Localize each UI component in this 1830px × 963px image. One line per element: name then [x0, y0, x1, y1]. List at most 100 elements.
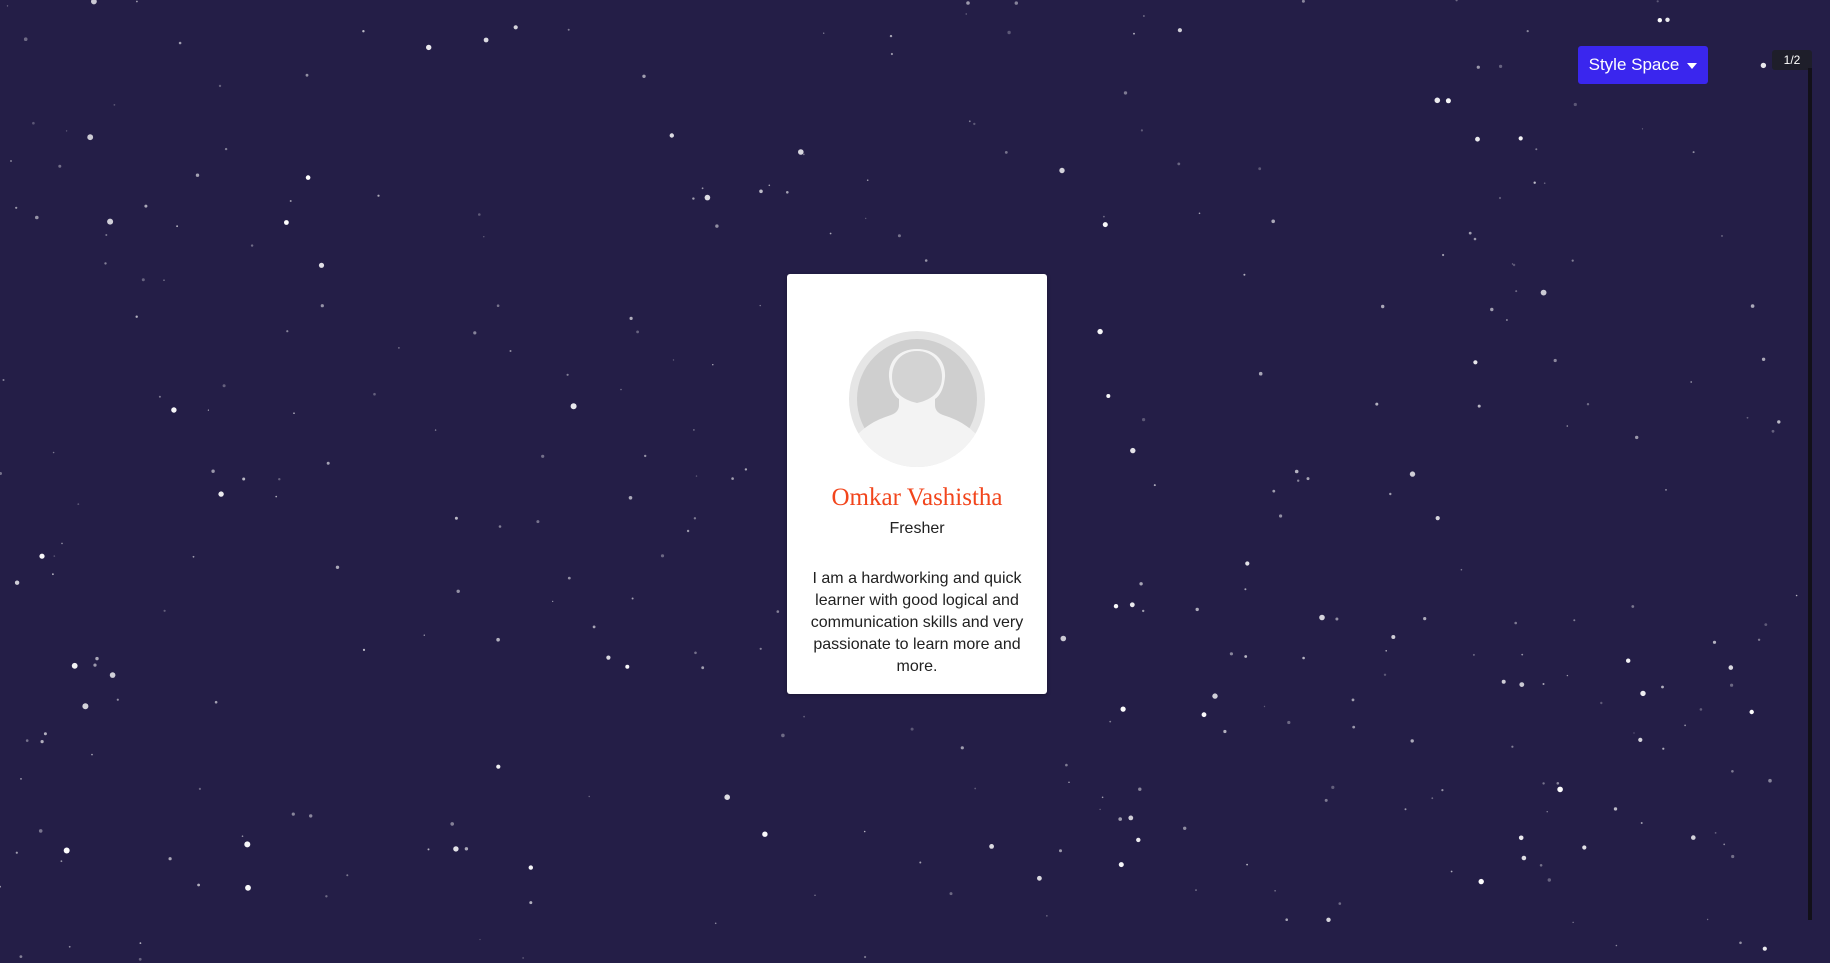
- star: [965, 13, 967, 15]
- star: [1757, 638, 1761, 641]
- star: [1409, 471, 1416, 477]
- star: [305, 73, 309, 77]
- style-space-dropdown-button[interactable]: Style Space: [1578, 46, 1708, 84]
- star: [1749, 709, 1754, 715]
- star: [138, 957, 142, 961]
- star: [1468, 231, 1472, 235]
- star: [434, 429, 437, 431]
- star: [1499, 64, 1503, 68]
- star: [496, 304, 500, 308]
- star: [1521, 653, 1524, 656]
- star: [803, 715, 805, 718]
- star: [1297, 479, 1300, 482]
- star: [1351, 698, 1355, 702]
- star: [116, 698, 119, 701]
- star: [924, 259, 928, 262]
- star: [218, 491, 224, 497]
- star: [335, 565, 340, 569]
- star: [278, 478, 281, 481]
- star: [1478, 878, 1484, 885]
- star: [1212, 693, 1218, 699]
- star: [163, 609, 166, 612]
- star: [52, 451, 55, 454]
- star: [1657, 18, 1663, 23]
- star: [23, 37, 28, 41]
- star: [1258, 167, 1262, 171]
- star: [1460, 568, 1463, 571]
- star: [1383, 673, 1387, 676]
- star: [320, 304, 324, 308]
- star: [1294, 469, 1299, 474]
- star: [989, 844, 994, 849]
- star: [1473, 360, 1478, 365]
- star: [275, 495, 278, 498]
- star: [1338, 902, 1342, 905]
- star: [286, 330, 289, 333]
- star: [0, 472, 2, 475]
- star: [1573, 102, 1577, 107]
- star: [1518, 136, 1523, 141]
- star: [1665, 489, 1667, 491]
- star: [1515, 290, 1518, 293]
- star: [53, 555, 56, 557]
- star: [786, 191, 789, 194]
- star: [158, 395, 161, 398]
- star: [104, 262, 107, 265]
- star: [105, 234, 108, 236]
- star: [781, 733, 785, 738]
- star: [704, 194, 711, 201]
- star: [1521, 855, 1527, 861]
- star: [1661, 685, 1664, 689]
- star: [802, 153, 805, 156]
- star: [1435, 516, 1440, 521]
- star: [15, 851, 18, 854]
- star: [1375, 402, 1379, 406]
- star: [1423, 617, 1427, 621]
- star: [636, 330, 639, 334]
- star: [241, 835, 244, 837]
- star: [644, 454, 647, 458]
- scrollbar[interactable]: [1808, 68, 1812, 920]
- star: [346, 874, 349, 877]
- star: [823, 32, 825, 34]
- star: [1455, 0, 1458, 2]
- star: [1335, 617, 1339, 621]
- star: [1684, 724, 1686, 727]
- star: [669, 133, 674, 138]
- star: [15, 206, 18, 209]
- star: [91, 753, 93, 756]
- star: [1153, 484, 1156, 487]
- star: [82, 703, 89, 710]
- star: [427, 848, 430, 851]
- star: [1046, 915, 1048, 917]
- star: [1690, 381, 1693, 383]
- star: [768, 184, 771, 187]
- chevron-down-icon: [1687, 62, 1698, 69]
- star: [1582, 845, 1587, 850]
- star: [326, 461, 330, 465]
- star: [1099, 808, 1101, 811]
- star: [453, 846, 459, 852]
- star: [473, 331, 477, 335]
- star: [1136, 837, 1141, 843]
- star: [1410, 739, 1414, 743]
- star: [625, 664, 630, 669]
- star: [1097, 328, 1103, 335]
- star: [588, 795, 590, 798]
- star: [1546, 811, 1548, 813]
- star: [1566, 425, 1569, 427]
- star: [1540, 289, 1547, 296]
- star: [325, 895, 328, 898]
- star: [1287, 720, 1291, 725]
- star: [398, 347, 400, 349]
- star: [450, 822, 455, 826]
- star: [135, 315, 138, 318]
- star: [211, 469, 215, 473]
- star: [1472, 653, 1475, 656]
- star: [631, 597, 634, 600]
- star: [1777, 420, 1781, 424]
- star: [1201, 712, 1207, 718]
- star: [1195, 607, 1199, 612]
- star: [1547, 878, 1552, 882]
- star: [305, 175, 311, 180]
